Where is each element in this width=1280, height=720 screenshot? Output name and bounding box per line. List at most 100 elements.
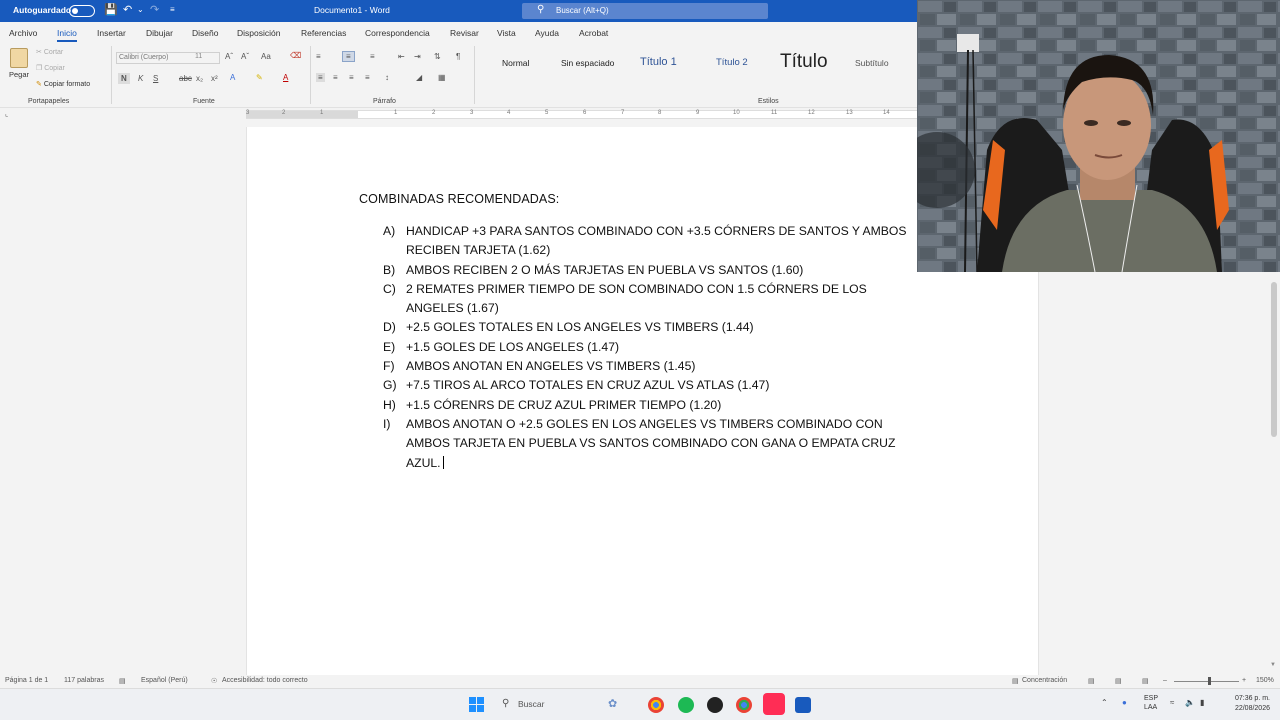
search-box[interactable]: ⚲ Buscar (Alt+Q) — [522, 3, 768, 19]
tab-ayuda[interactable]: Ayuda — [535, 28, 559, 38]
tab-correspondencia[interactable]: Correspondencia — [365, 28, 430, 38]
recommendation-list[interactable]: A) HANDICAP +3 PARA SANTOS COMBINADO CON … — [383, 222, 923, 473]
line-spacing-icon[interactable]: ↕ — [385, 73, 389, 82]
shrink-font-icon[interactable]: Aˇ — [241, 52, 249, 61]
web-layout-icon[interactable]: ▤ — [1142, 677, 1149, 685]
tab-dibujar[interactable]: Dibujar — [146, 28, 173, 38]
highlight-icon[interactable]: ✎ — [256, 73, 263, 82]
decrease-indent-icon[interactable]: ⇤ — [398, 52, 405, 61]
print-layout-icon[interactable]: ▤ — [1115, 677, 1122, 685]
italic-icon[interactable]: K — [138, 74, 143, 83]
word-icon[interactable] — [795, 697, 811, 713]
tab-selector-icon[interactable]: ⌞ — [5, 110, 8, 118]
tab-diseno[interactable]: Diseño — [192, 28, 218, 38]
scroll-down-icon[interactable]: ▼ — [1270, 662, 1276, 668]
list-item[interactable]: C) 2 REMATES PRIMER TIEMPO DE SON COMBINA… — [383, 280, 923, 319]
style-titulo[interactable]: Título — [780, 51, 828, 73]
list-item[interactable]: D) +2.5 GOLES TOTALES EN LOS ANGELES VS T… — [383, 318, 923, 337]
customize-toolbar-icon[interactable]: ≡ — [170, 5, 175, 14]
style-normal[interactable]: Normal — [502, 58, 529, 68]
numbering-icon[interactable]: ≡ — [342, 51, 355, 62]
zoom-level[interactable]: 150% — [1256, 677, 1274, 684]
align-right-icon[interactable]: ≡ — [349, 73, 354, 82]
zoom-in-icon[interactable]: + — [1242, 677, 1246, 684]
multilevel-list-icon[interactable]: ≡ — [370, 52, 375, 61]
list-item[interactable]: I) AMBOS ANOTAN O +2.5 GOLES EN LOS ANGEL… — [383, 415, 923, 473]
bold-icon[interactable]: N — [118, 73, 130, 84]
document-heading[interactable]: COMBINADAS RECOMENDADAS: — [359, 192, 559, 206]
align-center-icon[interactable]: ≡ — [333, 73, 338, 82]
tray-app-icon[interactable]: ● — [1122, 698, 1127, 707]
list-item[interactable]: B) AMBOS RECIBEN 2 O MÁS TARJETAS EN PUEB… — [383, 261, 923, 280]
style-titulo-2[interactable]: Título 2 — [716, 57, 748, 68]
change-case-icon[interactable]: Aa — [261, 52, 271, 61]
bullets-icon[interactable]: ≡ — [316, 52, 321, 61]
focus-mode[interactable]: Concentración — [1022, 677, 1067, 684]
accessibility-status[interactable]: Accesibilidad: todo correcto — [222, 677, 308, 684]
app-icon[interactable] — [707, 697, 723, 713]
windows-start-icon[interactable] — [469, 697, 485, 713]
paste-icon[interactable] — [10, 48, 28, 68]
format-painter-button[interactable]: ✎ Copiar formato — [36, 80, 90, 88]
tab-revisar[interactable]: Revisar — [450, 28, 479, 38]
tray-chevron-icon[interactable]: ⌃ — [1101, 698, 1108, 707]
style-sin-espaciado[interactable]: Sin espaciado — [561, 58, 614, 68]
tab-vista[interactable]: Vista — [497, 28, 516, 38]
tiktok-icon[interactable] — [763, 693, 785, 715]
tab-disposicion[interactable]: Disposición — [237, 28, 280, 38]
accessibility-icon[interactable]: ☉ — [211, 677, 217, 685]
zoom-slider[interactable] — [1174, 681, 1239, 682]
grow-font-icon[interactable]: Aˆ — [225, 52, 233, 61]
font-size-box[interactable]: 11 — [193, 52, 220, 64]
list-item[interactable]: A) HANDICAP +3 PARA SANTOS COMBINADO CON … — [383, 222, 923, 261]
language-indicator[interactable]: ESP LAA — [1144, 694, 1158, 712]
chrome-profile-icon[interactable] — [736, 697, 752, 713]
tab-inicio[interactable]: Inicio — [57, 28, 77, 42]
scrollbar-thumb[interactable] — [1271, 282, 1277, 437]
spotify-icon[interactable] — [678, 697, 694, 713]
vertical-ruler[interactable] — [4, 128, 12, 668]
list-item[interactable]: H) +1.5 CÓRENRS DE CRUZ AZUL PRIMER TIEMP… — [383, 396, 923, 415]
tab-acrobat[interactable]: Acrobat — [579, 28, 608, 38]
volume-icon[interactable]: 🔈 — [1185, 698, 1195, 707]
chrome-icon[interactable] — [648, 697, 664, 713]
clock[interactable]: 07:36 p. m. 22/08/2026 — [1226, 694, 1270, 714]
undo-dropdown-icon[interactable]: ⌄ — [137, 5, 144, 14]
clear-format-icon[interactable]: ⌫ — [290, 51, 301, 60]
language-status[interactable]: Español (Perú) — [141, 677, 188, 684]
copy-button[interactable]: ❐ Copiar — [36, 64, 65, 72]
save-icon[interactable]: 💾 — [104, 3, 118, 16]
zoom-out-icon[interactable]: – — [1163, 677, 1167, 684]
increase-indent-icon[interactable]: ⇥ — [414, 52, 421, 61]
tab-insertar[interactable]: Insertar — [97, 28, 126, 38]
list-item[interactable]: E) +1.5 GOLES DE LOS ANGELES (1.47) — [383, 338, 923, 357]
list-item[interactable]: G) +7.5 TIROS AL ARCO TOTALES EN CRUZ AZU… — [383, 376, 923, 395]
show-marks-icon[interactable]: ¶ — [456, 52, 460, 61]
tab-archivo[interactable]: Archivo — [9, 28, 37, 38]
proofing-icon[interactable]: ▤ — [119, 677, 126, 685]
taskbar-search[interactable]: ⚲ Buscar ✿ — [500, 696, 618, 714]
superscript-icon[interactable]: x² — [211, 74, 218, 83]
focus-icon[interactable]: ▤ — [1012, 677, 1019, 685]
horizontal-ruler[interactable]: 3 2 1 1 2 3 4 5 6 7 8 9 10 11 12 13 14 — [246, 110, 917, 119]
font-color-icon[interactable]: A — [283, 73, 288, 82]
read-mode-icon[interactable]: ▤ — [1088, 677, 1095, 685]
list-item[interactable]: F) AMBOS ANOTAN EN ANGELES VS TIMBERS (1.… — [383, 357, 923, 376]
zoom-slider-thumb[interactable] — [1208, 677, 1211, 685]
paste-button[interactable]: Pegar — [9, 70, 29, 79]
word-count[interactable]: 117 palabras — [64, 677, 104, 684]
align-left-icon[interactable]: ≡ — [316, 73, 325, 82]
cut-button[interactable]: ✂ Cortar — [36, 48, 63, 56]
tab-referencias[interactable]: Referencias — [301, 28, 346, 38]
strikethrough-icon[interactable]: abc — [179, 74, 192, 83]
vertical-scrollbar[interactable]: ▼ — [1269, 272, 1279, 672]
justify-icon[interactable]: ≡ — [365, 73, 370, 82]
undo-icon[interactable]: ↶ — [123, 3, 132, 16]
borders-icon[interactable]: ▦ — [438, 73, 446, 82]
text-effects-icon[interactable]: A — [230, 73, 235, 82]
autosave-toggle[interactable] — [69, 5, 95, 17]
underline-icon[interactable]: S — [153, 74, 158, 83]
wifi-icon[interactable]: ≈ — [1170, 698, 1174, 707]
shading-icon[interactable]: ◢ — [416, 73, 422, 82]
sort-icon[interactable]: ⇅ — [434, 52, 441, 61]
